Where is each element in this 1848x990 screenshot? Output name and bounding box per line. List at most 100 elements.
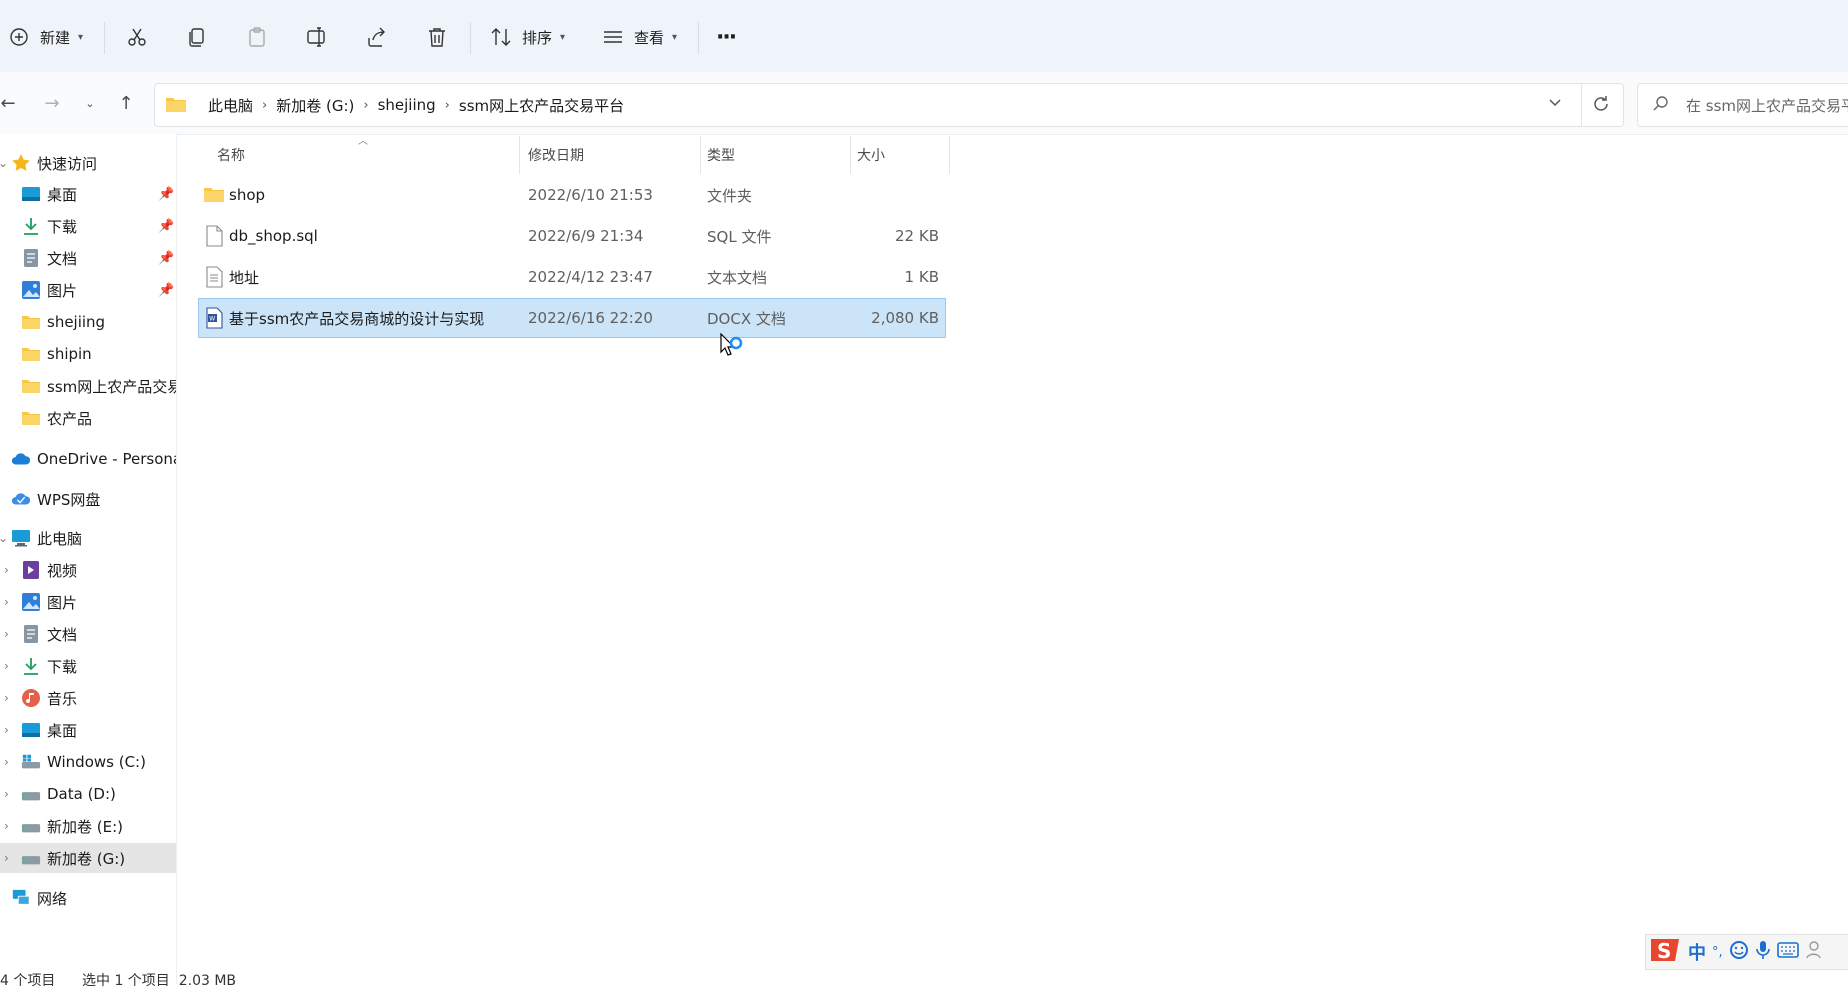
chevron-down-icon[interactable]: ⌄ — [0, 531, 8, 545]
sidebar-item-agri-products[interactable]: 农产品 — [0, 403, 176, 433]
new-button[interactable]: 新建 ▾ — [4, 18, 83, 56]
chevron-down-icon[interactable]: ⌄ — [0, 156, 8, 170]
copy-icon — [182, 22, 212, 52]
paste-button[interactable] — [242, 18, 272, 56]
sidebar-item-pc-desktop[interactable]: › 桌面 — [0, 715, 176, 745]
sidebar-item-drive-c[interactable]: › Windows (C:) — [0, 747, 176, 777]
sidebar-item-pc-documents[interactable]: › 文档 — [0, 619, 176, 649]
sidebar-item-shipin[interactable]: shipin — [0, 339, 176, 369]
emoji-icon[interactable] — [1729, 940, 1749, 964]
file-name: shop — [229, 186, 266, 204]
sidebar-label: 新加卷 (G:) — [47, 849, 126, 868]
cut-button[interactable] — [122, 18, 152, 56]
sort-button[interactable]: 排序 ▾ — [486, 18, 565, 56]
up-arrow-icon[interactable]: ↑ — [112, 88, 140, 118]
column-divider[interactable] — [850, 136, 851, 174]
pin-icon[interactable]: 📌 — [158, 251, 174, 266]
search-box[interactable]: 在 ssm网上农产品交易平台 中搜索 — [1637, 83, 1848, 127]
column-header-type[interactable]: 类型 — [707, 140, 735, 170]
sidebar-item-shejiing[interactable]: shejiing — [0, 307, 176, 337]
chevron-right-icon[interactable]: › — [4, 563, 9, 577]
sidebar-item-this-pc[interactable]: ⌄ 此电脑 — [0, 523, 176, 553]
breadcrumb-item[interactable]: ssm网上农产品交易平台 — [459, 95, 624, 116]
chevron-right-icon[interactable]: › — [4, 723, 9, 737]
ime-punctuation-toggle[interactable]: °, — [1712, 945, 1723, 960]
sidebar-label: shipin — [47, 345, 92, 363]
sidebar-item-wps-drive[interactable]: WPS网盘 — [0, 484, 176, 514]
sidebar-item-drive-e[interactable]: › 新加卷 (E:) — [0, 811, 176, 841]
search-input[interactable]: 在 ssm网上农产品交易平台 中搜索 — [1686, 84, 1848, 126]
sidebar-item-documents[interactable]: 文档 📌 — [0, 243, 176, 273]
cloud-icon — [11, 449, 31, 469]
column-header-name[interactable]: 名称 — [217, 140, 245, 170]
file-date: 2022/6/9 21:34 — [528, 227, 644, 245]
sidebar-item-pc-pictures[interactable]: › 图片 — [0, 587, 176, 617]
computer-icon — [11, 528, 31, 548]
share-button[interactable] — [362, 18, 392, 56]
breadcrumb-item[interactable]: shejiing — [378, 96, 436, 114]
sidebar-item-drive-g[interactable]: › 新加卷 (G:) — [0, 843, 176, 873]
chevron-right-icon[interactable]: › — [363, 98, 368, 113]
sidebar-item-ssm-platform[interactable]: ssm网上农产品交易平台 — [0, 371, 176, 401]
breadcrumb-item[interactable]: 新加卷 (G:) — [276, 95, 354, 116]
plus-circle-icon — [4, 22, 34, 52]
pin-icon[interactable]: 📌 — [158, 187, 174, 202]
table-row[interactable]: 地址 2022/4/12 23:47 文本文档 1 KB — [199, 258, 945, 296]
sidebar-item-pc-downloads[interactable]: › 下载 — [0, 651, 176, 681]
sidebar-item-music[interactable]: › 音乐 — [0, 683, 176, 713]
table-row[interactable]: W 基于ssm农产品交易商城的设计与实现 2022/6/16 22:20 DOC… — [198, 298, 946, 338]
toolbar-divider — [698, 22, 699, 54]
user-settings-icon[interactable] — [1805, 940, 1827, 964]
chevron-right-icon[interactable]: › — [4, 755, 9, 769]
chevron-right-icon[interactable]: › — [4, 595, 9, 609]
column-header-date[interactable]: 修改日期 — [528, 140, 584, 170]
keyboard-icon[interactable] — [1776, 942, 1799, 962]
sidebar-item-drive-d[interactable]: › Data (D:) — [0, 779, 176, 809]
address-history-chevron-icon[interactable] — [1547, 94, 1563, 114]
sidebar-item-pictures[interactable]: 图片 📌 — [0, 275, 176, 305]
refresh-icon[interactable] — [1591, 94, 1611, 118]
sidebar-item-downloads[interactable]: 下载 📌 — [0, 211, 176, 241]
sidebar-item-quick-access[interactable]: ⌄ 快速访问 — [0, 148, 176, 178]
sogou-logo-icon[interactable]: S — [1648, 935, 1682, 969]
chevron-right-icon[interactable]: › — [4, 659, 9, 673]
column-divider[interactable] — [519, 136, 520, 174]
chevron-right-icon[interactable]: › — [4, 819, 9, 833]
rename-button[interactable] — [302, 18, 332, 56]
view-button[interactable]: 查看 ▾ — [598, 18, 677, 56]
copy-button[interactable] — [182, 18, 212, 56]
sidebar-item-onedrive[interactable]: OneDrive - Personal — [0, 444, 176, 474]
ime-toolbar[interactable]: S 中 °, — [1645, 934, 1848, 970]
ime-language-toggle[interactable]: 中 — [1688, 939, 1706, 965]
address-bar[interactable]: 此电脑 › 新加卷 (G:) › shejiing › ssm网上农产品交易平台 — [154, 83, 1624, 127]
column-divider[interactable] — [700, 136, 701, 174]
chevron-right-icon[interactable]: › — [262, 98, 267, 113]
chevron-right-icon[interactable]: › — [4, 627, 9, 641]
chevron-right-icon[interactable]: › — [445, 98, 450, 113]
chevron-right-icon[interactable]: › — [4, 851, 9, 865]
chevron-right-icon[interactable]: › — [4, 787, 9, 801]
table-row[interactable]: shop 2022/6/10 21:53 文件夹 — [199, 176, 945, 214]
microphone-icon[interactable] — [1755, 940, 1771, 964]
forward-arrow-icon[interactable]: → — [38, 88, 66, 118]
recent-locations-chevron-icon[interactable]: ⌄ — [76, 88, 104, 118]
delete-button[interactable] — [422, 18, 452, 56]
rename-icon — [302, 22, 332, 52]
column-divider[interactable] — [949, 136, 950, 174]
back-arrow-icon[interactable]: ← — [0, 88, 22, 118]
sidebar-item-network[interactable]: 网络 — [0, 883, 176, 913]
sidebar-item-videos[interactable]: › 视频 — [0, 555, 176, 585]
sidebar-item-desktop[interactable]: 桌面 📌 — [0, 179, 176, 209]
pin-icon[interactable]: 📌 — [158, 219, 174, 234]
folder-icon — [21, 376, 41, 396]
sidebar-label: Windows (C:) — [47, 753, 146, 771]
status-bar: 4 个项目 选中 1 个项目 2.03 MB — [0, 962, 1848, 989]
column-header-size[interactable]: 大小 — [857, 140, 885, 170]
file-type: SQL 文件 — [707, 227, 772, 246]
breadcrumb-item[interactable]: 此电脑 — [208, 95, 253, 116]
table-row[interactable]: db_shop.sql 2022/6/9 21:34 SQL 文件 22 KB — [199, 217, 945, 255]
chevron-right-icon[interactable]: › — [4, 691, 9, 705]
pin-icon[interactable]: 📌 — [158, 283, 174, 298]
more-options-button[interactable]: ··· — [716, 18, 737, 56]
file-name: 地址 — [229, 268, 260, 287]
